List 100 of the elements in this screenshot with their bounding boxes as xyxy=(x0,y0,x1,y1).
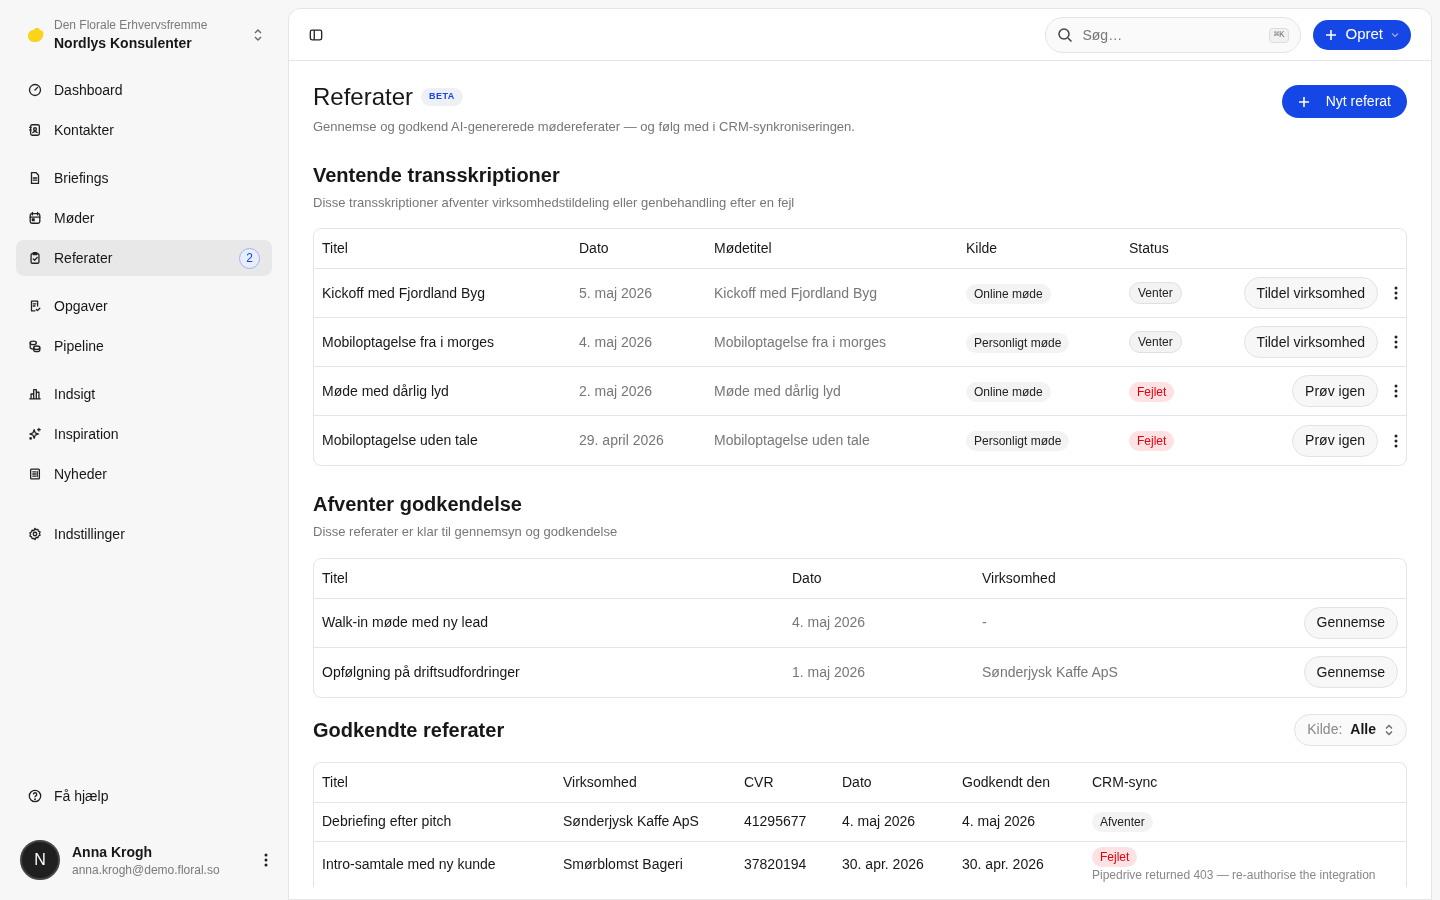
section-title: Afventer godkendelse xyxy=(313,492,523,517)
column-header: Status xyxy=(1129,240,1169,256)
organization-name: Den Florale Erhvervsfremme xyxy=(54,17,209,33)
nav-item[interactable]: Nyheder xyxy=(16,456,272,492)
column-header: CRM-sync xyxy=(1092,773,1158,790)
table-cell: Intro-samtale med ny kunde xyxy=(322,855,496,872)
page-title: Referater xyxy=(313,82,414,112)
column-header: Virksomhed xyxy=(982,569,1056,586)
nav-item[interactable]: Dashboard xyxy=(16,72,272,108)
chevrons-icon[interactable] xyxy=(252,27,264,43)
caret-icon xyxy=(1391,31,1399,38)
table-cell: 2. maj 2026 xyxy=(579,382,653,399)
more-icon[interactable] xyxy=(1394,335,1398,349)
nav-item[interactable]: Briefings xyxy=(16,160,272,196)
status-badge: Afventer xyxy=(1092,812,1153,832)
sync-error-note: Pipedrive returned 403 — re-authorise the integration xyxy=(1092,866,1377,883)
coins-icon xyxy=(28,339,42,353)
table-cell: Mobiloptagelse uden tale xyxy=(714,432,870,448)
table-cell: Møde med dårlig lyd xyxy=(322,382,449,399)
new-minutes-button[interactable]: Nyt referat xyxy=(1281,85,1407,118)
nav-item[interactable]: Inspiration xyxy=(16,416,272,452)
review-button[interactable]: Gennemse xyxy=(1303,606,1398,639)
contact-card-icon xyxy=(28,123,42,137)
more-icon[interactable] xyxy=(1394,384,1398,398)
more-icon[interactable] xyxy=(1394,433,1398,448)
nav-item[interactable]: Kontakter xyxy=(16,112,272,148)
nav-item[interactable]: Møder xyxy=(16,200,272,236)
table-cell: Mobiloptagelse fra i morges xyxy=(714,333,886,350)
row-action-button[interactable]: Prøv igen xyxy=(1292,424,1378,457)
more-icon[interactable] xyxy=(264,853,268,867)
table-cell: 4. maj 2026 xyxy=(842,813,916,829)
row-action-button[interactable]: Prøv igen xyxy=(1292,375,1378,407)
avatar[interactable]: N xyxy=(20,840,60,880)
user-email: anna.krogh@demo.floral.so xyxy=(72,862,221,878)
table-cell: 1. maj 2026 xyxy=(792,663,866,680)
status-badge: Venter xyxy=(1129,331,1182,353)
status-badge: Personligt møde xyxy=(966,431,1070,451)
section-subtitle: Disse transskriptioner afventer virksomhedstildeling eller genbehandling efter en fejl xyxy=(313,193,796,212)
document-icon xyxy=(28,171,42,185)
nav-item[interactable]: Indsigt xyxy=(16,376,272,412)
status-badge: Fejlet xyxy=(1092,846,1138,867)
beta-badge: BETA xyxy=(421,88,463,106)
table-cell: 37820194 xyxy=(744,855,807,872)
source-filter[interactable]: Kilde: Alle xyxy=(1294,713,1407,746)
bar-chart-icon xyxy=(28,387,42,401)
table-cell: 30. apr. 2026 xyxy=(842,855,924,872)
table-cell: Debriefing efter pitch xyxy=(322,813,452,829)
table-cell: Walk-in møde med ny lead xyxy=(322,614,488,630)
column-header: CVR xyxy=(744,773,774,790)
table-cell: Møde med dårlig lyd xyxy=(714,382,841,399)
status-badge: Online møde xyxy=(966,381,1051,402)
search-icon xyxy=(1057,26,1074,43)
section-title: Ventende transskriptioner xyxy=(313,162,561,188)
column-header: Dato xyxy=(842,773,872,790)
table-cell: - xyxy=(982,614,987,630)
nav-item[interactable]: Pipeline xyxy=(16,328,272,364)
user-name: Anna Krogh xyxy=(72,843,154,862)
plus-icon xyxy=(1325,28,1338,41)
chevrons-icon xyxy=(1384,723,1394,736)
more-icon[interactable] xyxy=(1394,286,1398,300)
column-header: Kilde xyxy=(966,240,998,256)
page-subtitle: Gennemse og godkend AI-genererede mødereferater — og følg med i CRM-synkroniseringen. xyxy=(313,118,856,136)
gear-icon xyxy=(28,527,42,541)
column-header: Dato xyxy=(579,240,609,256)
table-cell: 5. maj 2026 xyxy=(579,284,653,301)
nav-item[interactable]: Indstillinger xyxy=(16,516,272,552)
table-cell: Sønderjysk Kaffe ApS xyxy=(982,663,1118,680)
row-action-button[interactable]: Tildel virksomhed xyxy=(1243,277,1378,309)
column-header: Mødetitel xyxy=(714,240,772,256)
table-cell: 4. maj 2026 xyxy=(579,333,653,350)
create-button[interactable]: Opret xyxy=(1313,19,1411,50)
gauge-icon xyxy=(28,83,42,97)
count-badge: 2 xyxy=(239,247,260,269)
workspace-name: Nordlys Konsulenter xyxy=(54,34,193,53)
table-cell: Mobiloptagelse fra i morges xyxy=(322,333,494,350)
section-subtitle: Disse referater er klar til gennemsyn og godkendelse xyxy=(313,523,619,541)
newspaper-icon xyxy=(28,467,42,481)
clipboard-check-icon xyxy=(28,251,42,265)
table-cell: 4. maj 2026 xyxy=(792,614,866,630)
help-icon xyxy=(28,789,42,803)
plus-icon xyxy=(1297,95,1310,108)
review-button[interactable]: Gennemse xyxy=(1303,656,1398,688)
sidebar-toggle-icon[interactable] xyxy=(309,27,323,42)
calendar-icon xyxy=(28,211,42,225)
section-title: Godkendte referater xyxy=(313,717,506,743)
nav-item[interactable]: Referater 2 xyxy=(16,240,272,276)
column-header: Godkendt den xyxy=(962,773,1050,790)
table-cell: Kickoff med Fjordland Byg xyxy=(322,284,486,301)
help-link[interactable]: Få hjælp xyxy=(16,776,272,816)
table-cell: 30. apr. 2026 xyxy=(962,855,1044,872)
table-cell: Mobiloptagelse uden tale xyxy=(322,432,478,448)
column-header: Virksomhed xyxy=(563,773,637,790)
status-badge: Online møde xyxy=(966,283,1051,304)
row-action-button[interactable]: Tildel virksomhed xyxy=(1243,326,1378,358)
table-cell: 4. maj 2026 xyxy=(962,813,1036,829)
nav-item[interactable]: Opgaver xyxy=(16,288,272,324)
sparkles-icon xyxy=(28,427,42,441)
column-header: Titel xyxy=(322,569,348,586)
table-cell: Kickoff med Fjordland Byg xyxy=(714,284,878,301)
column-header: Dato xyxy=(792,569,822,586)
